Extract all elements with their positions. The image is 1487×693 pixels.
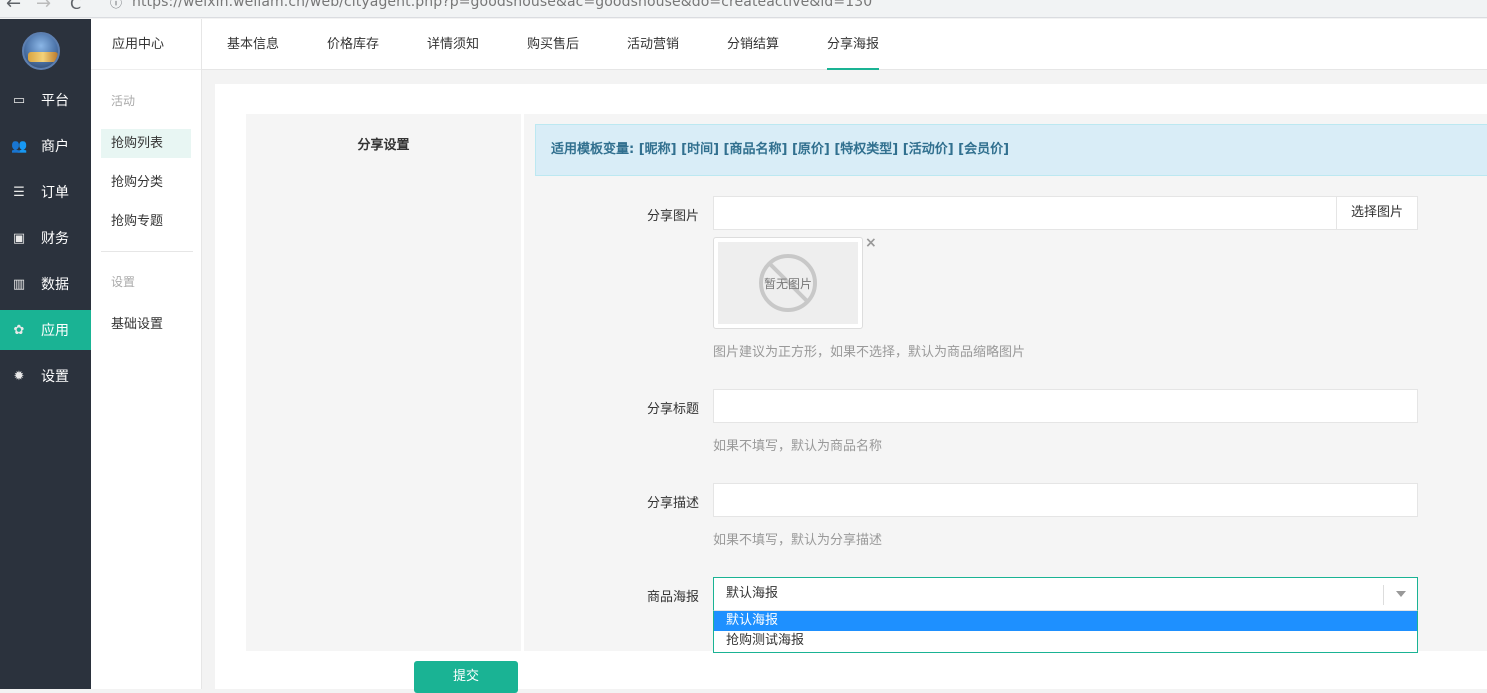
subnav-group-title: 活动: [111, 94, 136, 108]
share-desc-input[interactable]: [713, 483, 1418, 517]
sidebar-item-label: 财务: [41, 231, 69, 247]
template-variables-alert: 适用模板变量: [昵称] [时间] [商品名称] [原价] [特权类型] [活动…: [535, 124, 1487, 176]
remove-image-icon[interactable]: ×: [865, 235, 877, 251]
site-info-icon[interactable]: ⓘ: [110, 0, 122, 11]
submit-button[interactable]: 提交: [414, 661, 518, 693]
subnav-item-flash-sale-topic[interactable]: 抢购专题: [101, 207, 191, 236]
share-title-label: 分享标题: [646, 402, 699, 417]
tab-marketing[interactable]: 活动营销: [627, 19, 679, 70]
sidebar-item-label: 订单: [41, 185, 69, 201]
sidebar-item-label: 数据: [41, 277, 69, 293]
subnav-header: 应用中心: [91, 19, 201, 70]
share-image-label: 分享图片: [646, 209, 699, 224]
section-label-panel: 分享设置: [246, 114, 521, 651]
tab-share-poster[interactable]: 分享海报: [827, 19, 880, 70]
poster-option[interactable]: 默认海报: [714, 611, 1417, 631]
sidebar-item-data[interactable]: ▥ 数据: [0, 264, 91, 304]
subnav-item-flash-sale-category[interactable]: 抢购分类: [101, 168, 191, 197]
tab-basic-info[interactable]: 基本信息: [227, 19, 279, 70]
poster-label: 商品海报: [646, 590, 699, 605]
back-arrow-icon[interactable]: ←: [6, 0, 21, 14]
image-preview: 暂无图片: [713, 237, 863, 329]
monitor-icon: ▭: [12, 92, 26, 108]
poster-select-value: 默认海报: [726, 586, 779, 601]
share-desc-hint: 如果不填写，默认为分享描述: [713, 533, 883, 548]
tab-after-sales[interactable]: 购买售后: [527, 19, 579, 70]
sidebar-item-orders[interactable]: ☰ 订单: [0, 172, 91, 212]
list-icon: ☰: [13, 184, 25, 200]
browser-toolbar: ← → C ⓘ https://weixin.weilam.cn/web/cit…: [0, 0, 1487, 18]
subnav-item-basic-settings[interactable]: 基础设置: [101, 310, 191, 339]
sidebar-item-label: 商户: [41, 139, 69, 155]
subnav-group-title: 设置: [111, 275, 136, 289]
sidebar-item-platform[interactable]: ▭ 平台: [0, 80, 91, 120]
tab-bar: 基本信息 价格库存 详情须知 购买售后 活动营销 分销结算 分享海报: [202, 19, 1487, 70]
subnav-item-flash-sale-list[interactable]: 抢购列表: [101, 129, 191, 158]
content-card: 分享设置 适用模板变量: [昵称] [时间] [商品名称] [原价] [特权类型…: [215, 84, 1487, 693]
share-title-input[interactable]: [713, 389, 1418, 423]
sidebar-item-label: 应用: [41, 323, 69, 339]
money-icon: ▣: [12, 230, 26, 246]
select-image-button[interactable]: 选择图片: [1336, 196, 1418, 230]
address-url[interactable]: https://weixin.weilam.cn/web/cityagent.p…: [132, 0, 872, 10]
brand-logo[interactable]: [22, 32, 60, 70]
sidebar-item-label: 平台: [41, 93, 69, 109]
chevron-down-icon[interactable]: [1396, 591, 1406, 597]
select-separator: [1383, 585, 1384, 605]
sub-navigation: 应用中心 活动 抢购列表 抢购分类 抢购专题 设置 基础设置: [91, 19, 202, 689]
gear-icon: ✹: [13, 368, 25, 384]
subnav-divider: [101, 251, 193, 252]
cubes-icon: ✿: [13, 322, 25, 338]
no-image-placeholder: 暂无图片: [718, 242, 858, 324]
share-title-hint: 如果不填写，默认为商品名称: [713, 439, 883, 454]
sidebar-item-finance[interactable]: ▣ 财务: [0, 218, 91, 258]
poster-dropdown: 默认海报 抢购测试海报: [713, 611, 1418, 653]
reload-icon[interactable]: C: [70, 0, 81, 13]
section-title: 分享设置: [357, 138, 410, 153]
tab-details[interactable]: 详情须知: [427, 19, 479, 70]
share-desc-label: 分享描述: [646, 496, 699, 511]
poster-select[interactable]: 默认海报: [713, 577, 1418, 611]
bar-chart-icon: ▥: [12, 276, 26, 292]
tab-price-stock[interactable]: 价格库存: [327, 19, 379, 70]
sidebar-item-apps[interactable]: ✿ 应用: [0, 310, 91, 350]
forward-arrow-icon[interactable]: →: [36, 0, 51, 14]
share-image-input[interactable]: 选择图片: [713, 196, 1418, 230]
main-sidebar: ▭ 平台 👥 商户 ☰ 订单 ▣ 财务 ▥ 数据 ✿ 应用 ✹ 设置: [0, 19, 91, 689]
no-image-text: 暂无图片: [763, 277, 812, 291]
sidebar-item-settings[interactable]: ✹ 设置: [0, 356, 91, 396]
poster-option[interactable]: 抢购测试海报: [714, 631, 1417, 651]
share-settings-form: 适用模板变量: [昵称] [时间] [商品名称] [原价] [特权类型] [活动…: [524, 114, 1487, 653]
sidebar-item-merchant[interactable]: 👥 商户: [0, 126, 91, 166]
sidebar-item-label: 设置: [41, 369, 69, 385]
tab-distribution[interactable]: 分销结算: [727, 19, 779, 70]
share-image-hint: 图片建议为正方形，如果不选择，默认为商品缩略图片: [713, 345, 1026, 360]
users-icon: 👥: [11, 138, 28, 154]
